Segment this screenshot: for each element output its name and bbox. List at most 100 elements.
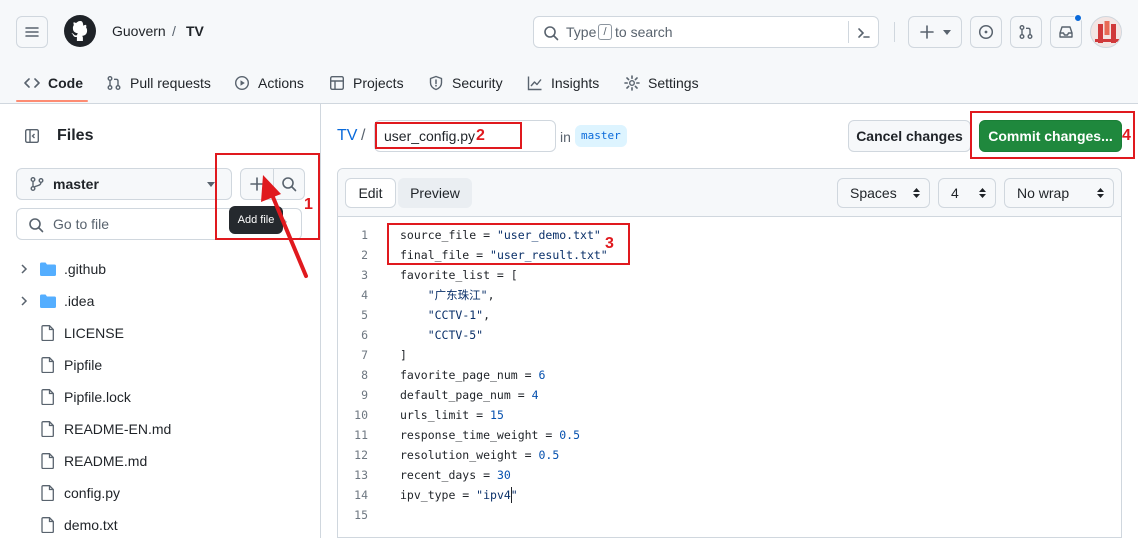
tree-item-pipfile[interactable]: Pipfile [0, 349, 320, 381]
pull-requests-button[interactable] [1010, 16, 1042, 48]
owner-link[interactable]: Guovern [112, 23, 166, 39]
tab-insights-label: Insights [551, 75, 600, 91]
pull-request-icon [1019, 25, 1033, 39]
git-branch-icon [30, 177, 44, 191]
tree-item-readme[interactable]: README.md [0, 445, 320, 477]
menu-button[interactable] [16, 16, 48, 48]
github-logo[interactable] [64, 15, 96, 47]
tree-item-idea-folder[interactable]: .idea [0, 285, 320, 317]
search-icon [544, 26, 559, 41]
tab-code[interactable]: Code [24, 62, 83, 104]
tree-item-config-py[interactable]: config.py [0, 477, 320, 509]
line-number: 8 [361, 368, 368, 382]
tab-insights[interactable]: Insights [527, 62, 599, 104]
code-line[interactable]: 13 recent_days = 30 [338, 465, 1121, 485]
tree-item-label: demo.txt [64, 517, 118, 533]
pull-request-icon [107, 76, 121, 90]
tab-security[interactable]: Security [428, 62, 503, 104]
line-content: "CCTV-1", [427, 308, 491, 322]
tab-edit[interactable]: Edit [345, 178, 396, 208]
indent-size-select[interactable]: 4 [938, 178, 996, 208]
annotation-box-2 [375, 122, 522, 149]
file-icon [41, 325, 54, 341]
indent-mode-value: Spaces [850, 185, 897, 201]
play-icon [234, 75, 250, 91]
tree-item-license[interactable]: LICENSE [0, 317, 320, 349]
tab-settings-label: Settings [648, 75, 699, 91]
table-icon [330, 76, 345, 91]
search-placeholder-suffix: to search [615, 24, 673, 40]
tab-projects[interactable]: Projects [329, 62, 404, 104]
file-icon [41, 421, 54, 437]
path-root-link[interactable]: TV [337, 127, 357, 145]
chevron-right-icon [21, 264, 28, 274]
tree-item-demo-txt[interactable]: demo.txt [0, 509, 320, 538]
code-line[interactable]: 5 "CCTV-1", [338, 305, 1121, 325]
line-number: 2 [361, 248, 368, 262]
line-content: "广东珠江", [427, 288, 495, 302]
tree-item-label: README.md [64, 453, 148, 469]
code-line[interactable]: 3 favorite_list = [ [338, 265, 1121, 285]
code-line[interactable]: 10 urls_limit = 15 [338, 405, 1121, 425]
line-content: recent_days = 30 [400, 468, 511, 482]
tree-item-label: LICENSE [64, 325, 124, 341]
code-line[interactable]: 14 ipv_type = "ipv4" [338, 485, 1121, 505]
code-line[interactable]: 8 favorite_page_num = 6 [338, 365, 1121, 385]
code-line[interactable]: 15 [338, 505, 1121, 525]
line-number: 1 [361, 228, 368, 242]
line-number: 13 [354, 468, 368, 482]
indent-mode-select[interactable]: Spaces [837, 178, 930, 208]
wrap-mode-select[interactable]: No wrap [1004, 178, 1114, 208]
issues-button[interactable] [970, 16, 1002, 48]
code-line[interactable]: 7] [338, 345, 1121, 365]
command-palette-icon[interactable] [856, 25, 872, 41]
hamburger-icon [25, 27, 39, 37]
search-input[interactable]: Type / to search [533, 16, 879, 48]
active-tab-underline [16, 100, 88, 102]
file-icon [41, 517, 54, 533]
tab-pull-requests-label: Pull requests [130, 75, 211, 91]
branch-name: master [53, 176, 99, 192]
line-content: "CCTV-5" [427, 328, 484, 342]
tab-settings[interactable]: Settings [624, 62, 699, 104]
avatar[interactable] [1090, 16, 1122, 48]
avatar-image [1095, 21, 1119, 43]
line-number: 7 [361, 348, 368, 362]
branch-selector[interactable]: master [16, 168, 232, 200]
in-label: in [560, 129, 571, 145]
chevron-right-icon [21, 296, 28, 306]
code-line[interactable]: 11 response_time_weight = 0.5 [338, 425, 1121, 445]
triangle-down-icon [943, 30, 951, 35]
code-line[interactable]: 6 "CCTV-5" [338, 325, 1121, 345]
line-content: default_page_num = 4 [400, 388, 539, 402]
code-line[interactable]: 9 default_page_num = 4 [338, 385, 1121, 405]
cancel-changes-button[interactable]: Cancel changes [848, 120, 971, 152]
tree-item-label: Pipfile [64, 357, 103, 373]
shield-icon [429, 75, 443, 91]
tab-actions[interactable]: Actions [234, 62, 304, 104]
triangle-down-icon [207, 182, 215, 187]
tab-pull-requests[interactable]: Pull requests [106, 62, 211, 104]
annotation-label-3: 3 [605, 235, 614, 252]
code-line[interactable]: 4 "广东珠江", [338, 285, 1121, 305]
tree-item-label: .github [64, 261, 107, 277]
file-icon [41, 389, 54, 405]
line-number: 4 [361, 288, 368, 302]
line-content: favorite_page_num = 6 [400, 368, 546, 382]
tree-item-pipfile-lock[interactable]: Pipfile.lock [0, 381, 320, 413]
create-new-button[interactable] [908, 16, 962, 48]
indent-size-value: 4 [951, 185, 959, 201]
line-number: 3 [361, 268, 368, 282]
repo-link[interactable]: TV [186, 23, 204, 39]
collapse-sidebar-button[interactable] [16, 120, 48, 152]
annotation-arrow-icon [261, 175, 308, 278]
tab-preview-label: Preview [410, 185, 460, 201]
tab-preview[interactable]: Preview [398, 178, 472, 208]
tree-item-readme-en[interactable]: README-EN.md [0, 413, 320, 445]
line-number: 6 [361, 328, 368, 342]
tab-code-label: Code [48, 75, 83, 91]
annotation-box-4 [970, 111, 1135, 159]
tab-actions-label: Actions [258, 75, 304, 91]
line-content: favorite_list = [ [400, 268, 518, 282]
code-line[interactable]: 12 resolution_weight = 0.5 [338, 445, 1121, 465]
